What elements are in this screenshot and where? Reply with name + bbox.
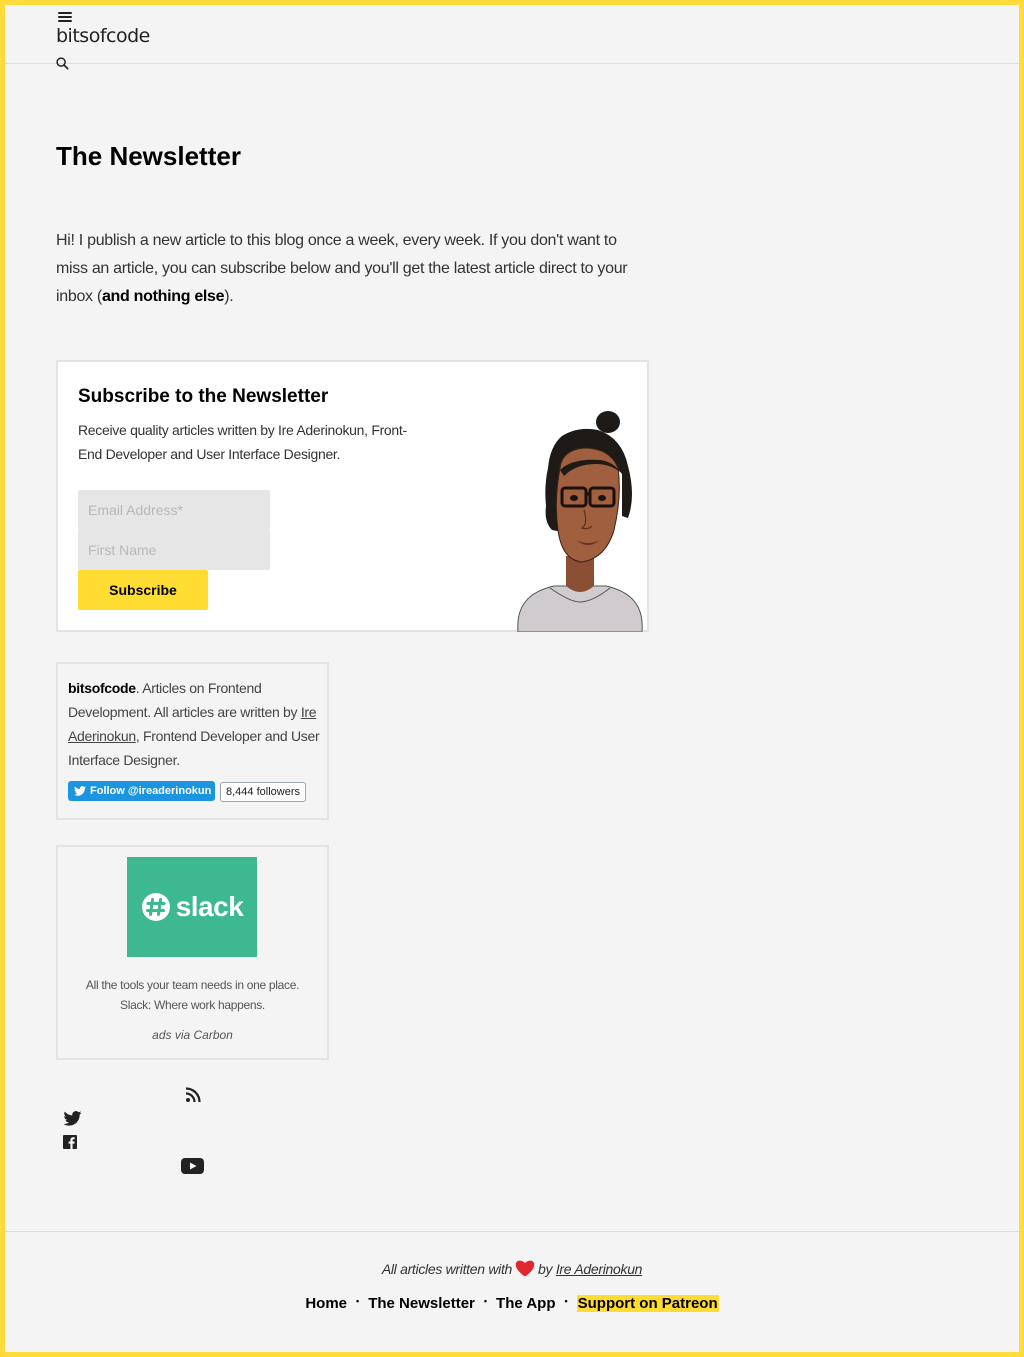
subscribe-description: Receive quality articles written by Ire … — [78, 422, 407, 462]
intro-emphasis: and nothing else — [101, 288, 225, 305]
nav-separator: • — [483, 1295, 488, 1306]
follow-label: Follow @ireaderinokun — [90, 785, 212, 797]
site-logo[interactable]: bitsofcode — [56, 25, 150, 47]
slack-logo-icon — [141, 893, 170, 921]
heart-icon — [515, 1260, 535, 1277]
twitter-follow-button[interactable]: Follow @ireaderinokun — [68, 781, 215, 801]
footer-credit: All articles written with by Ire Aderinok… — [0, 1259, 1024, 1277]
footer-link-patreon[interactable]: Support on Patreon — [576, 1295, 719, 1312]
ad-text[interactable]: All the tools your team needs in one pla… — [58, 975, 327, 1015]
about-brand: bitsofcode — [68, 680, 136, 696]
nav-separator: • — [356, 1295, 360, 1306]
about-text: bitsofcode. Articles on Frontend Develop… — [68, 676, 323, 772]
youtube-icon[interactable] — [181, 1158, 204, 1174]
ad-text-body: All the tools your team needs in one pla… — [85, 978, 300, 1012]
footer-link-newsletter[interactable]: The Newsletter — [368, 1295, 475, 1312]
page-title: The Newsletter — [56, 141, 241, 171]
facebook-icon[interactable] — [63, 1135, 77, 1149]
footer-nav: Home • The Newsletter • The App • Suppor… — [0, 1295, 1024, 1312]
followers-count[interactable]: 8,444 followers — [220, 782, 306, 802]
site-header: bitsofcode — [5, 5, 1019, 70]
rss-icon[interactable] — [185, 1087, 201, 1103]
footer-link-home[interactable]: Home — [305, 1295, 347, 1312]
subscribe-button[interactable]: Subscribe — [78, 570, 208, 610]
credit-by: by — [538, 1261, 553, 1277]
email-field[interactable] — [78, 490, 270, 530]
about-box: bitsofcode. Articles on Frontend Develop… — [56, 662, 329, 820]
carbon-ad-box: slack All the tools your team needs in o… — [56, 845, 329, 1060]
search-icon[interactable] — [56, 57, 69, 70]
ad-image[interactable]: slack — [127, 857, 257, 957]
twitter-icon[interactable] — [63, 1111, 82, 1126]
subscribe-box: Subscribe to the Newsletter Receive qual… — [56, 360, 649, 632]
footer-link-app[interactable]: The App — [496, 1295, 555, 1312]
intro-paragraph: Hi! I publish a new article to this blog… — [56, 227, 646, 311]
author-avatar-illustration — [517, 411, 643, 632]
credit-prefix: All articles written with — [381, 1261, 513, 1277]
nav-separator: • — [564, 1295, 568, 1306]
ad-brand: slack — [175, 891, 244, 922]
footer-author-link[interactable]: Ire Aderinokun — [556, 1261, 643, 1277]
twitter-bird-icon — [74, 786, 86, 796]
hamburger-menu-icon[interactable] — [58, 12, 72, 23]
footer-divider — [5, 1231, 1019, 1232]
intro-text-end: ). — [224, 288, 234, 305]
ad-via-carbon[interactable]: ads via Carbon — [58, 1028, 327, 1042]
first-name-field[interactable] — [78, 530, 270, 570]
subscribe-title: Subscribe to the Newsletter — [78, 386, 329, 407]
